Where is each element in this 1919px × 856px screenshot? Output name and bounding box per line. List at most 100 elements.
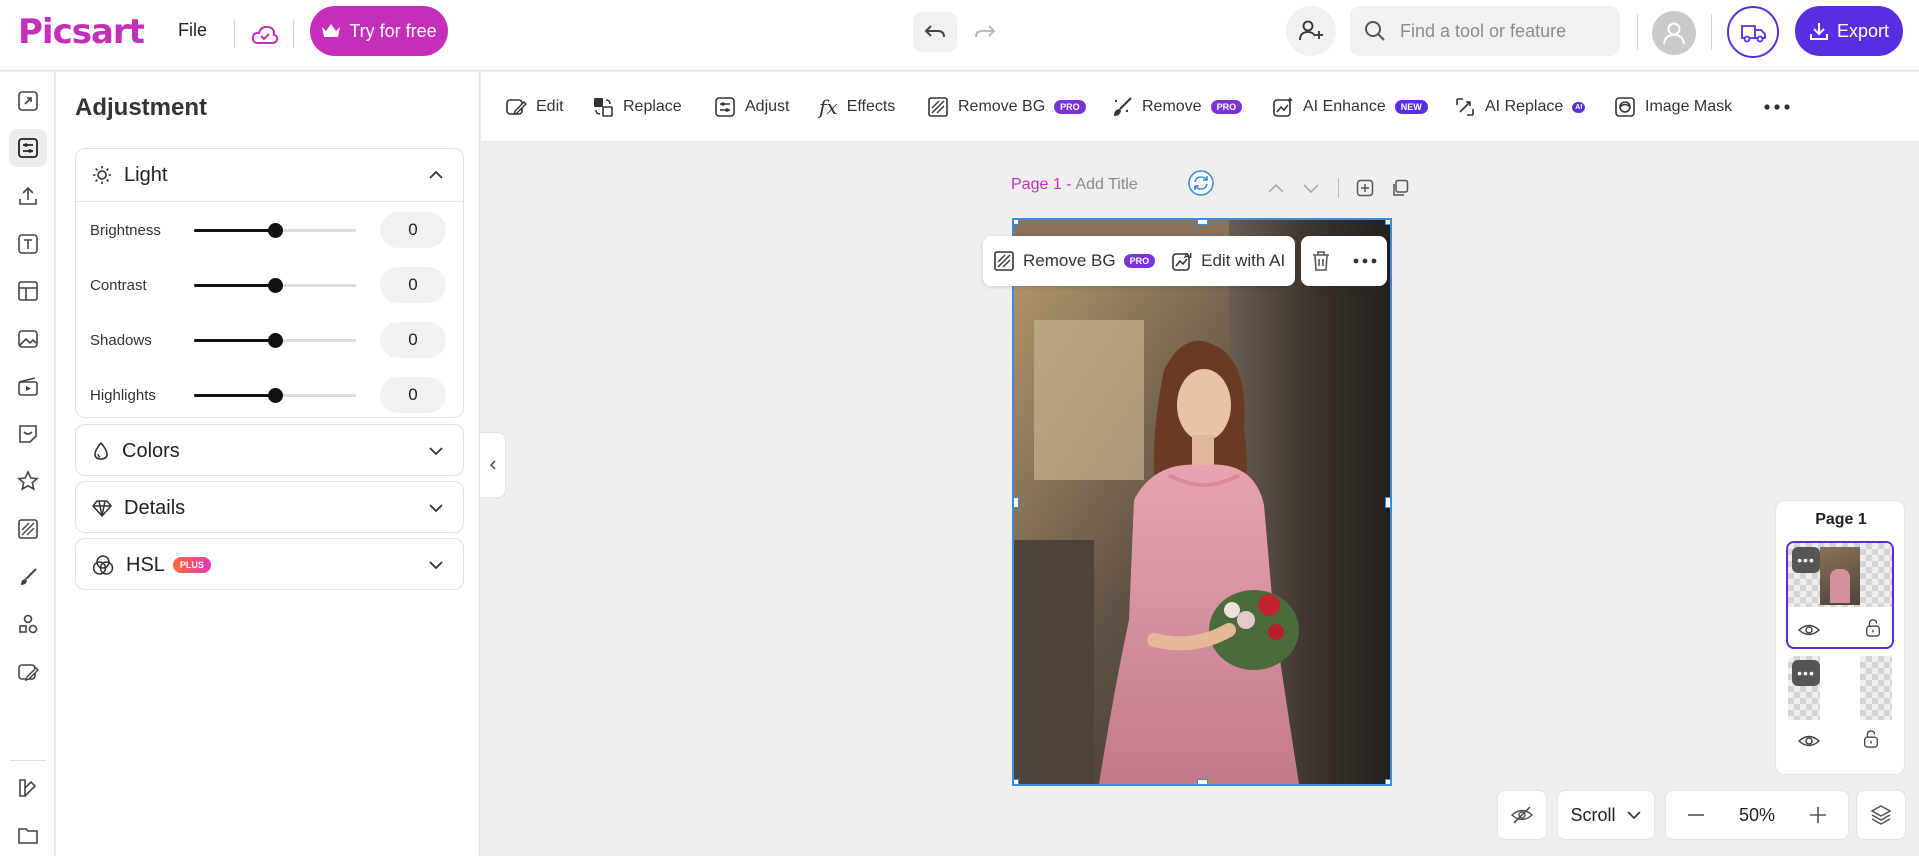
delivery-button[interactable] <box>1727 6 1779 58</box>
resize-handle[interactable] <box>1197 779 1208 784</box>
more-horizontal-icon <box>1764 104 1790 110</box>
hide-toggle-button[interactable] <box>1497 790 1547 840</box>
brightness-slider[interactable] <box>194 223 356 238</box>
avatar[interactable] <box>1652 11 1696 55</box>
duplicate-page-button[interactable] <box>1388 176 1412 200</box>
layer-menu-button[interactable]: ••• <box>1792 547 1820 573</box>
unlock-icon[interactable] <box>1862 619 1884 637</box>
context-remove-bg-button[interactable]: Remove BG PRO <box>993 250 1156 272</box>
tool-image-mask[interactable]: Image Mask <box>1614 92 1732 122</box>
file-menu[interactable]: File <box>178 20 207 41</box>
text-icon[interactable] <box>9 225 47 263</box>
redo-button[interactable] <box>963 12 1007 52</box>
tool-ai-replace[interactable]: AI Replace AI <box>1454 92 1586 122</box>
edit-with-ai-button[interactable]: AI Edit with AI <box>1171 250 1285 272</box>
layer-thumbnail-photo[interactable]: ••• <box>1786 541 1894 649</box>
undo-button[interactable] <box>913 12 957 52</box>
unlock-icon[interactable] <box>1860 730 1882 748</box>
resize-handle[interactable] <box>1197 220 1208 225</box>
export-button[interactable]: Export <box>1795 6 1903 56</box>
resize-handle[interactable] <box>1014 497 1019 508</box>
more-tools-button[interactable] <box>1763 92 1791 122</box>
tool-remove-bg[interactable]: Remove BG PRO <box>927 92 1086 122</box>
user-icon <box>1663 22 1685 45</box>
brush-icon[interactable] <box>9 558 47 596</box>
tool-edit[interactable]: Edit <box>505 92 564 122</box>
star-icon[interactable] <box>9 462 47 500</box>
brand-kit-icon[interactable] <box>9 769 47 807</box>
tool-replace[interactable]: Replace <box>592 92 682 122</box>
pattern-icon[interactable] <box>9 510 47 548</box>
page-title[interactable]: Page 1 - Add Title <box>1011 176 1138 194</box>
resize-handle[interactable] <box>1014 220 1019 225</box>
zoom-controls: 50% <box>1665 790 1849 840</box>
slider-knob[interactable] <box>268 333 283 348</box>
diamond-icon <box>92 500 112 517</box>
delete-button[interactable] <box>1311 250 1331 272</box>
invite-collaborator-button[interactable] <box>1286 6 1336 56</box>
slider-knob[interactable] <box>268 388 283 403</box>
layout-icon[interactable] <box>9 272 47 310</box>
folder-icon[interactable] <box>9 816 47 854</box>
ai-edit-icon[interactable] <box>9 653 47 691</box>
details-section[interactable]: Details <box>75 481 464 533</box>
add-title-placeholder[interactable]: Add Title <box>1075 176 1137 193</box>
sync-icon[interactable] <box>1188 170 1214 196</box>
shadows-value[interactable]: 0 <box>380 322 446 358</box>
contrast-value[interactable]: 0 <box>380 267 446 303</box>
hsl-section[interactable]: HSL PLUS <box>75 538 464 590</box>
video-icon[interactable] <box>9 367 47 405</box>
tool-adjust[interactable]: Adjust <box>714 92 789 122</box>
eye-icon[interactable] <box>1798 732 1820 750</box>
tool-effects[interactable]: fx Effects <box>819 92 895 122</box>
resize-handle[interactable] <box>1385 497 1390 508</box>
try-for-free-button[interactable]: Try for free <box>310 6 448 56</box>
hsl-section-header[interactable]: HSL PLUS <box>76 539 463 591</box>
image-icon[interactable] <box>9 320 47 358</box>
details-section-header[interactable]: Details <box>76 482 463 534</box>
light-section-header[interactable]: Light <box>76 149 463 201</box>
scroll-mode-dropdown[interactable]: Scroll <box>1557 790 1655 840</box>
layers-button[interactable] <box>1856 790 1906 840</box>
sticker-icon[interactable] <box>9 415 47 453</box>
slider-knob[interactable] <box>268 223 283 238</box>
colors-section-header[interactable]: Colors <box>76 425 463 477</box>
picsart-logo[interactable]: Picsart <box>18 12 145 52</box>
cloud-save-icon[interactable] <box>248 18 282 52</box>
tool-remove[interactable]: Remove PRO <box>1111 92 1243 122</box>
layer-menu-button[interactable]: ••• <box>1792 660 1820 686</box>
contrast-slider[interactable] <box>194 278 356 293</box>
page-down-button[interactable] <box>1299 176 1323 200</box>
chevron-up-icon[interactable] <box>427 166 445 184</box>
chevron-down-icon[interactable] <box>427 499 445 517</box>
zoom-in-icon[interactable] <box>1809 806 1827 824</box>
tool-ai-enhance[interactable]: AI Enhance NEW <box>1272 92 1428 122</box>
resize-icon[interactable] <box>9 82 47 120</box>
page-up-button[interactable] <box>1264 176 1288 200</box>
collapse-panel-button[interactable] <box>480 432 506 498</box>
search-box[interactable] <box>1350 6 1620 56</box>
slider-knob[interactable] <box>268 278 283 293</box>
shapes-icon[interactable] <box>9 605 47 643</box>
canvas-image[interactable] <box>1012 218 1392 786</box>
brightness-value[interactable]: 0 <box>380 212 446 248</box>
more-options-button[interactable] <box>1353 258 1377 264</box>
layer-thumbnail-blank[interactable]: ••• <box>1788 656 1896 764</box>
eye-icon[interactable] <box>1798 621 1820 639</box>
zoom-out-icon[interactable] <box>1687 813 1705 817</box>
chevron-down-icon[interactable] <box>427 442 445 460</box>
highlights-value[interactable]: 0 <box>380 377 446 413</box>
shadows-slider[interactable] <box>194 333 356 348</box>
resize-handle[interactable] <box>1385 220 1390 225</box>
resize-handle[interactable] <box>1014 779 1019 784</box>
search-input[interactable] <box>1400 20 1600 42</box>
adjust-panel-icon[interactable] <box>9 129 47 167</box>
colors-section[interactable]: Colors <box>75 424 464 476</box>
chevron-down-icon[interactable] <box>427 556 445 574</box>
highlights-slider[interactable] <box>194 388 356 403</box>
resize-handle[interactable] <box>1385 779 1390 784</box>
zoom-level[interactable]: 50% <box>1739 805 1775 826</box>
edit-icon <box>506 99 527 116</box>
add-page-button[interactable] <box>1353 176 1377 200</box>
upload-icon[interactable] <box>9 177 47 215</box>
